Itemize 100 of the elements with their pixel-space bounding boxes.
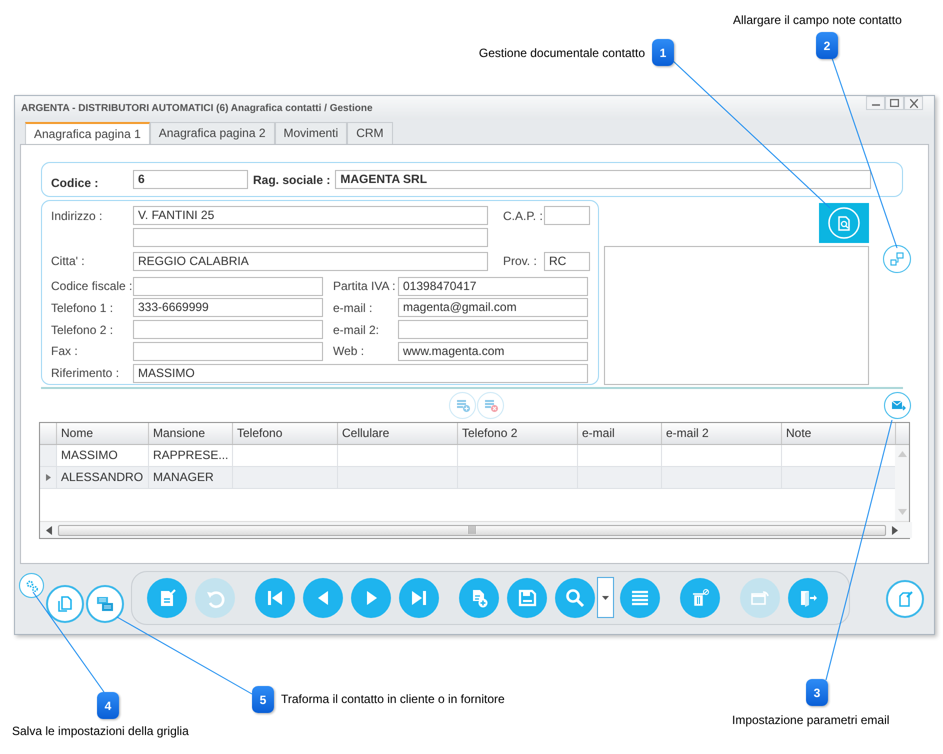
save-button[interactable] bbox=[507, 578, 547, 618]
close-icon bbox=[910, 98, 918, 108]
field-label: Codice : bbox=[51, 176, 100, 190]
table-cell: MANAGER bbox=[148, 467, 232, 488]
scroll-down-icon bbox=[898, 509, 906, 515]
input-field[interactable] bbox=[133, 228, 488, 248]
input-field[interactable] bbox=[398, 320, 588, 340]
column-header[interactable]: Mansione bbox=[148, 423, 232, 444]
callout-text: Traforma il contatto in cliente o in fornitore bbox=[281, 692, 505, 706]
input-field[interactable] bbox=[133, 342, 323, 361]
remove-row-button[interactable] bbox=[477, 392, 504, 418]
notes-field[interactable] bbox=[604, 246, 869, 385]
next-button[interactable] bbox=[351, 578, 391, 618]
horizontal-scrollbar[interactable] bbox=[40, 522, 912, 538]
input-field[interactable]: V. FANTINI 25 bbox=[133, 206, 488, 226]
minimize-button[interactable] bbox=[866, 96, 885, 110]
windows-icon bbox=[888, 250, 906, 268]
callout-badge: 3 bbox=[806, 679, 828, 706]
input-field[interactable] bbox=[133, 320, 323, 340]
field-label: Web : bbox=[333, 344, 366, 358]
stacked-cards-icon bbox=[95, 594, 115, 614]
callout-text: Gestione documentale contatto bbox=[478, 46, 645, 60]
prev-button[interactable] bbox=[303, 578, 343, 618]
document-search-icon bbox=[827, 206, 861, 240]
scroll-up-icon bbox=[898, 451, 906, 457]
callout-badge: 4 bbox=[97, 692, 119, 719]
input-field[interactable]: RC bbox=[544, 252, 590, 271]
maximize-icon bbox=[890, 99, 899, 107]
callout-text: Salva le impostazioni della griglia bbox=[12, 724, 189, 738]
add-row-icon bbox=[454, 397, 470, 413]
field-label: Partita IVA : bbox=[333, 279, 396, 294]
field-label: Citta' : bbox=[51, 254, 86, 268]
close-button[interactable] bbox=[904, 96, 923, 110]
caret-icon bbox=[602, 596, 609, 600]
last-button[interactable] bbox=[399, 578, 439, 618]
edit-button[interactable] bbox=[886, 580, 924, 618]
callout-text: Allargare il campo note contatto bbox=[733, 13, 902, 27]
list-button[interactable] bbox=[620, 578, 660, 618]
table-cell: RAPPRESE... bbox=[148, 445, 232, 466]
field-label: Telefono 1 : bbox=[51, 300, 114, 315]
scroll-left-icon bbox=[46, 526, 52, 534]
field-label: C.A.P. : bbox=[503, 208, 544, 223]
input-field[interactable]: MASSIMO bbox=[133, 364, 588, 383]
first-button[interactable] bbox=[255, 578, 295, 618]
callout-badge: 1 bbox=[652, 39, 674, 66]
dropdown-button[interactable] bbox=[597, 577, 614, 618]
new-button[interactable] bbox=[459, 578, 499, 618]
field-label: Prov. : bbox=[503, 254, 538, 268]
copy-button[interactable] bbox=[46, 585, 84, 623]
field-label: Telefono 2 : bbox=[51, 322, 114, 337]
input-field[interactable]: magenta@gmail.com bbox=[398, 298, 588, 318]
current-row-icon bbox=[46, 474, 50, 481]
table-row[interactable]: ALESSANDRO MANAGER bbox=[40, 467, 895, 489]
input-field[interactable]: MAGENTA SRL bbox=[335, 170, 872, 189]
table-cell: MASSIMO bbox=[56, 445, 148, 466]
field-label: e-mail 2: bbox=[333, 322, 380, 337]
callout-text: Impostazione parametri email bbox=[732, 713, 890, 727]
convert-contact-button[interactable] bbox=[86, 585, 124, 623]
input-field[interactable]: 01398470417 bbox=[398, 276, 588, 296]
expand-button[interactable] bbox=[883, 245, 911, 273]
column-header[interactable]: Nome bbox=[56, 423, 148, 444]
minimize-icon bbox=[872, 104, 880, 106]
field-label: Fax : bbox=[51, 344, 79, 358]
remove-row-icon bbox=[482, 397, 498, 413]
exit-button[interactable] bbox=[788, 578, 828, 618]
tab[interactable]: Movimenti bbox=[274, 122, 348, 144]
edit-button[interactable] bbox=[147, 578, 187, 618]
maximize-button[interactable] bbox=[885, 96, 904, 110]
column-header[interactable]: Cellulare bbox=[337, 423, 457, 444]
grip-icon bbox=[468, 526, 476, 534]
input-field[interactable] bbox=[133, 276, 323, 296]
email-settings-button[interactable] bbox=[884, 392, 911, 418]
table-row[interactable]: MASSIMO RAPPRESE... bbox=[40, 445, 895, 467]
tab[interactable]: Anagrafica pagina 1 bbox=[25, 122, 150, 144]
scroll-right-icon bbox=[892, 526, 898, 534]
tab[interactable]: Anagrafica pagina 2 bbox=[150, 122, 274, 144]
field-label: Codice fiscale : bbox=[51, 279, 133, 294]
column-header[interactable]: Telefono 2 bbox=[457, 423, 577, 444]
column-header[interactable]: Note bbox=[781, 423, 895, 444]
input-field[interactable]: 333-6669999 bbox=[133, 298, 323, 318]
delete-button[interactable] bbox=[680, 578, 720, 618]
input-field[interactable]: REGGIO CALABRIA bbox=[133, 252, 488, 271]
tab[interactable]: CRM bbox=[347, 122, 393, 144]
add-row-button[interactable] bbox=[449, 392, 476, 418]
search-button[interactable] bbox=[555, 578, 595, 618]
table-cell: ALESSANDRO bbox=[56, 467, 148, 488]
vertical-scrollbar[interactable] bbox=[895, 445, 909, 521]
document-button[interactable] bbox=[819, 203, 869, 243]
input-field[interactable]: www.magenta.com bbox=[398, 342, 588, 361]
column-header[interactable]: e-mail bbox=[577, 423, 661, 444]
column-header[interactable]: e-mail 2 bbox=[661, 423, 781, 444]
column-header[interactable]: Telefono bbox=[232, 423, 337, 444]
callout-badge: 5 bbox=[252, 686, 274, 713]
field-label: e-mail : bbox=[333, 300, 374, 315]
field-label: Rag. sociale : bbox=[253, 172, 330, 186]
window-title: ARGENTA - DISTRIBUTORI AUTOMATICI (6) Anagrafica contatti / Gestione bbox=[21, 102, 372, 114]
input-field[interactable] bbox=[544, 206, 590, 226]
grid-settings-button[interactable] bbox=[19, 573, 44, 598]
copy-icon bbox=[55, 594, 75, 614]
input-field[interactable]: 6 bbox=[133, 170, 248, 189]
